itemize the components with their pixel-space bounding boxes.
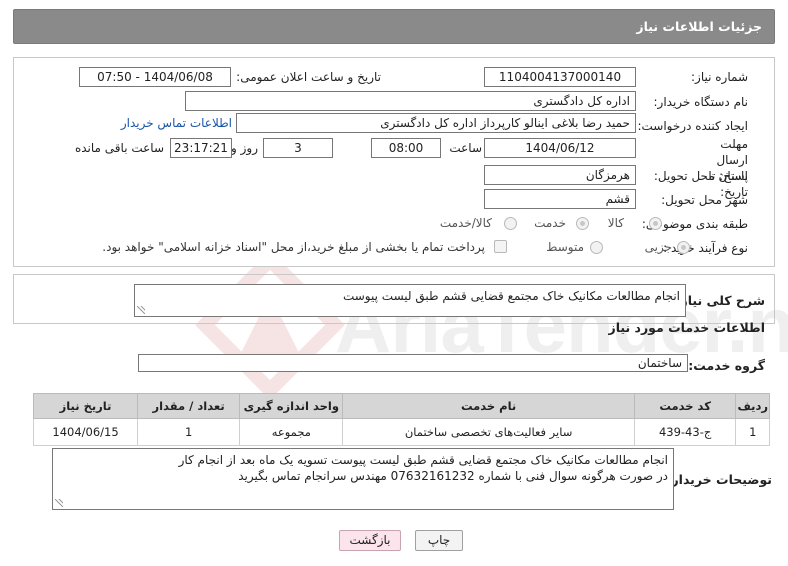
province-field[interactable]: هرمزگان xyxy=(484,165,636,185)
page-title: جزئیات اطلاعات نیاز xyxy=(636,19,762,34)
cell-quantity: 1 xyxy=(137,418,241,446)
table-row: 1 ج-43-439 سایر فعالیت‌های تخصصی ساختمان… xyxy=(32,418,770,446)
buyer-org-field[interactable]: اداره کل دادگستری xyxy=(185,91,636,111)
category-radio-goods-service[interactable] xyxy=(504,217,517,230)
remaining-time-label: ساعت باقی مانده xyxy=(74,141,164,155)
city-label: شهر محل تحویل: xyxy=(661,193,748,207)
description-text: انجام مطالعات مکانیک خاک مجتمع قضایی قشم… xyxy=(342,289,680,303)
category-radio-service[interactable] xyxy=(576,217,589,230)
announce-datetime-field[interactable]: 1404/06/08 - 07:50 xyxy=(79,67,231,87)
cell-row-number: 1 xyxy=(735,418,770,446)
resize-grip-icon xyxy=(55,499,63,507)
cell-unit: مجموعه xyxy=(239,418,344,446)
services-table-header: ردیف کد خدمت نام خدمت واحد اندازه گیری ت… xyxy=(32,393,770,419)
service-group-label: گروه خدمت: xyxy=(688,358,765,373)
remaining-time-field[interactable]: 23:17:21 xyxy=(170,138,232,158)
need-number-field[interactable]: 1104004137000140 xyxy=(484,67,636,87)
process-radio-minor[interactable] xyxy=(677,241,690,254)
need-number-label: شماره نیاز: xyxy=(691,70,748,84)
category-radio-goods[interactable] xyxy=(649,217,662,230)
days-field[interactable]: 3 xyxy=(263,138,333,158)
print-button[interactable]: چاپ xyxy=(415,530,463,551)
cell-service-name: سایر فعالیت‌های تخصصی ساختمان xyxy=(342,418,635,446)
announce-datetime-label: تاریخ و ساعت اعلان عمومی: xyxy=(236,70,381,84)
process-type-label: نوع فرآیند خرید : xyxy=(663,241,748,255)
description-textarea[interactable]: انجام مطالعات مکانیک خاک مجتمع قضایی قشم… xyxy=(134,284,686,317)
info-panel xyxy=(13,57,775,267)
col-need-date: تاریخ نیاز xyxy=(32,393,139,419)
buyer-notes-textarea[interactable]: انجام مطالعات مکانیک خاک مجتمع قضایی قشم… xyxy=(52,448,674,510)
buyer-notes-line-2: در صورت هرگونه سوال فنی با شماره 0763216… xyxy=(238,469,668,483)
buyer-notes-line-1: انجام مطالعات مکانیک خاک مجتمع قضایی قشم… xyxy=(178,453,668,467)
deadline-label-text: مهلت ارسال پاسخ: تا تاریخ: xyxy=(708,137,748,199)
creator-label: ایجاد کننده درخواست: xyxy=(637,119,748,133)
process-option-minor: جزیی xyxy=(644,240,672,254)
header-bar: جزئیات اطلاعات نیاز xyxy=(13,9,775,44)
category-option-goods: کالا xyxy=(607,216,624,230)
services-table: ردیف کد خدمت نام خدمت واحد اندازه گیری ت… xyxy=(32,393,770,446)
category-option-goods-service: کالا/خدمت xyxy=(439,216,492,230)
description-label: شرح کلی نیاز: xyxy=(675,293,765,308)
process-radio-medium[interactable] xyxy=(590,241,603,254)
buyer-contact-link[interactable]: اطلاعات تماس خریدار xyxy=(121,116,232,130)
process-option-medium: متوسط xyxy=(546,240,584,254)
col-service-name: نام خدمت xyxy=(342,393,635,419)
buyer-notes-label: توضیحات خریدار: xyxy=(666,472,772,487)
col-unit: واحد اندازه گیری xyxy=(239,393,344,419)
days-label: روز و xyxy=(231,141,258,155)
province-label: استان محل تحویل: xyxy=(653,169,748,183)
watermark-logo-icon xyxy=(195,250,345,400)
creator-field[interactable]: حمید رضا بلاغی اینالو کارپرداز اداره کل … xyxy=(236,113,636,133)
col-quantity: تعداد / مقدار xyxy=(137,393,241,419)
col-row-number: ردیف xyxy=(735,393,770,419)
treasury-payment-note: پرداخت تمام یا بخشی از مبلغ خرید،از محل … xyxy=(102,240,485,254)
cell-service-code: ج-43-439 xyxy=(633,418,737,446)
deadline-date-field[interactable]: 1404/06/12 xyxy=(484,138,636,158)
treasury-payment-checkbox[interactable] xyxy=(494,240,507,253)
deadline-time-label: ساعت xyxy=(449,141,482,155)
category-option-service: خدمت xyxy=(534,216,566,230)
deadline-label: مهلت ارسال پاسخ: تا تاریخ: xyxy=(688,136,748,200)
resize-grip-icon xyxy=(137,306,145,314)
cell-need-date: 1404/06/15 xyxy=(32,418,139,446)
deadline-time-field[interactable]: 08:00 xyxy=(371,138,441,158)
back-button[interactable]: بازگشت xyxy=(339,530,401,551)
col-service-code: کد خدمت xyxy=(633,393,737,419)
buyer-org-label: نام دستگاه خریدار: xyxy=(653,95,749,109)
services-section-title: اطلاعات خدمات مورد نیاز xyxy=(608,320,766,335)
city-field[interactable]: قشم xyxy=(484,189,636,209)
service-group-field[interactable]: ساختمان xyxy=(138,354,688,372)
